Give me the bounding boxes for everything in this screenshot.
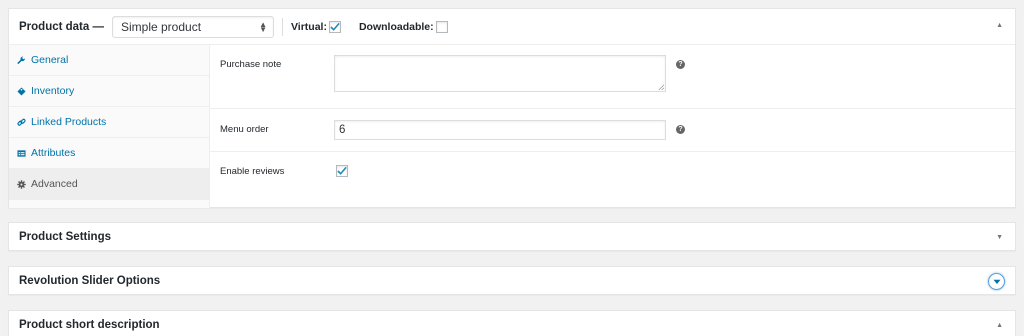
- tab-advanced-label: Advanced: [31, 178, 78, 190]
- tab-general-label: General: [31, 54, 69, 66]
- purchase-note-textarea[interactable]: [334, 55, 666, 92]
- tab-advanced[interactable]: Advanced: [9, 169, 209, 200]
- help-icon[interactable]: ?: [676, 125, 685, 134]
- table-icon: [17, 149, 31, 158]
- revolution-slider-box[interactable]: Revolution Slider Options: [8, 266, 1016, 295]
- arrow-down-icon[interactable]: ▼: [996, 234, 1003, 241]
- tab-linked-products[interactable]: Linked Products: [9, 107, 209, 138]
- product-settings-title: Product Settings: [19, 231, 112, 243]
- product-settings-box[interactable]: Product Settings ▼: [8, 222, 1016, 251]
- product-data-body: General Inventory Linked Products Attrib…: [9, 45, 1015, 208]
- checkmark-icon: [330, 22, 340, 31]
- tab-attributes-label: Attributes: [31, 147, 76, 159]
- downloadable-label: Downloadable:: [358, 20, 434, 33]
- tab-general[interactable]: General: [9, 45, 209, 76]
- checkmark-icon: [337, 166, 347, 175]
- product-data-header: Product data — Simple product ▲ ▼ Virtual…: [9, 9, 1015, 45]
- enable-reviews-checkbox[interactable]: [336, 165, 348, 177]
- virtual-label: Virtual:: [290, 20, 327, 33]
- tab-linked-products-label: Linked Products: [31, 116, 107, 128]
- arrow-up-icon[interactable]: ▲: [996, 322, 1003, 329]
- short-description-title: Product short description: [19, 319, 160, 331]
- tab-inventory[interactable]: Inventory: [9, 76, 209, 107]
- arrow-up-icon[interactable]: ▲: [996, 22, 1003, 29]
- menu-order-input[interactable]: 6: [334, 120, 666, 140]
- short-description-box[interactable]: Product short description ▲: [8, 310, 1016, 336]
- revolution-slider-title: Revolution Slider Options: [19, 275, 161, 287]
- menu-order-label: Menu order: [220, 124, 269, 135]
- downloadable-option[interactable]: Downloadable:: [358, 20, 448, 33]
- downloadable-checkbox[interactable]: [435, 20, 448, 33]
- purchase-note-row: Purchase note ?: [210, 45, 1015, 109]
- purchase-note-label: Purchase note: [220, 59, 282, 70]
- help-icon[interactable]: ?: [676, 60, 685, 69]
- header-divider: [281, 17, 283, 36]
- product-type-value: Simple product: [120, 19, 202, 34]
- select-arrows-icon: ▲ ▼: [259, 19, 267, 34]
- resize-grip-icon[interactable]: [658, 84, 664, 90]
- enable-reviews-row: Enable reviews: [210, 152, 1015, 195]
- product-data-box: Product data — Simple product ▲ ▼ Virtual…: [8, 8, 1016, 208]
- tab-attributes[interactable]: Attributes: [9, 138, 209, 169]
- link-icon: [17, 118, 31, 127]
- gear-icon: [17, 179, 31, 189]
- virtual-option[interactable]: Virtual:: [290, 20, 341, 33]
- enable-reviews-label: Enable reviews: [220, 166, 285, 177]
- tag-icon: [17, 86, 31, 96]
- wrench-icon: [17, 55, 31, 65]
- product-data-tabs: General Inventory Linked Products Attrib…: [9, 45, 210, 208]
- advanced-panel: Purchase note ? Menu order 6 ? Enable re…: [210, 45, 1015, 208]
- product-data-title: Product data —: [19, 20, 104, 33]
- menu-order-row: Menu order 6 ?: [210, 109, 1015, 152]
- product-type-select[interactable]: Simple product ▲ ▼: [111, 15, 274, 38]
- chevron-down-icon[interactable]: [988, 273, 1005, 290]
- tab-inventory-label: Inventory: [31, 85, 75, 97]
- virtual-checkbox[interactable]: [328, 20, 341, 33]
